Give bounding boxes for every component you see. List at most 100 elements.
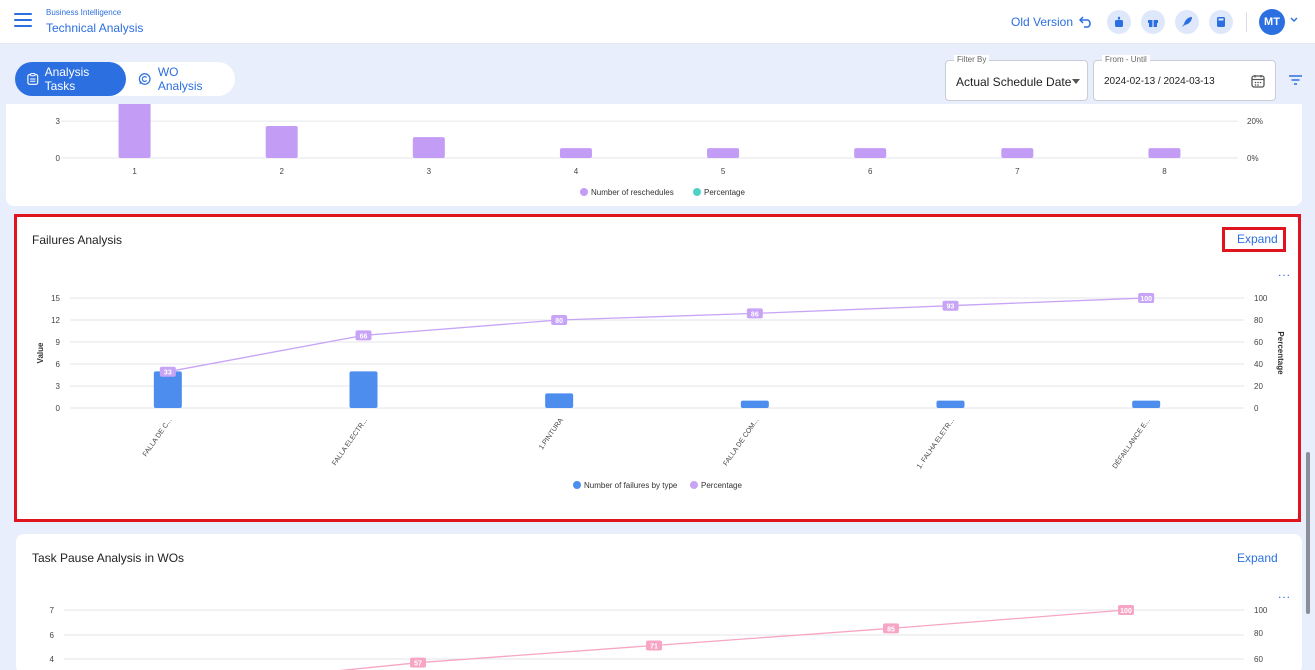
analysis-tabs: Analysis Tasks WO Analysis: [15, 62, 235, 96]
legend-swatch: [580, 188, 588, 196]
x-tick-label: 8: [1162, 167, 1167, 176]
x-tick-label: 5: [721, 167, 726, 176]
old-version-label: Old Version: [1011, 15, 1074, 29]
date-range-field[interactable]: From - Until 2024-02-13 / 2024-03-13: [1093, 55, 1276, 101]
percentage-line: [167, 297, 1147, 373]
y-tick-label: 0: [56, 404, 61, 413]
y-tick-label: 3: [56, 382, 61, 391]
x-tick-label: 2: [279, 167, 284, 176]
bar: [740, 400, 769, 408]
robot-icon-button[interactable]: [1107, 10, 1131, 34]
calendar-icon[interactable]: [1251, 74, 1265, 88]
data-label: 71: [650, 644, 658, 651]
y-tick-label: 0: [56, 154, 61, 163]
tab-label: Analysis Tasks: [44, 65, 90, 93]
legend-swatch: [573, 481, 581, 489]
y2-tick-label: 60: [1254, 655, 1263, 664]
x-tick-label: 1. FALHA ELETR...: [916, 417, 956, 470]
y2-tick-label: 40: [1254, 360, 1263, 369]
page-title: Technical Analysis: [46, 21, 144, 35]
avatar[interactable]: MT: [1259, 9, 1285, 35]
y-tick-label: 4: [50, 655, 55, 664]
y-tick-label: 12: [51, 316, 60, 325]
data-label: 93: [947, 304, 955, 311]
data-label: 33: [164, 370, 172, 377]
x-tick-label: 6: [868, 167, 873, 176]
y-axis-label: Value: [36, 342, 45, 363]
task-pause-card: Task Pause Analysis in WOs Expand ... 46…: [16, 534, 1302, 670]
y2-tick-label: 60: [1254, 338, 1263, 347]
undo-icon: [1079, 16, 1091, 28]
bar: [559, 148, 592, 158]
bar: [936, 400, 965, 408]
bar: [1132, 400, 1161, 408]
data-label: 86: [751, 311, 759, 318]
bar: [118, 102, 151, 158]
dropdown-arrow-icon: [1072, 79, 1080, 84]
legend-swatch: [693, 188, 701, 196]
tab-analysis-tasks[interactable]: Analysis Tasks: [15, 62, 127, 96]
x-tick-label: FALLA DE COM...: [722, 417, 760, 467]
x-tick-label: DÉFAILLANCE E...: [1110, 416, 1152, 470]
calculator-icon-button[interactable]: [1209, 10, 1233, 34]
y2-tick-label: 80: [1254, 316, 1263, 325]
legend-swatch: [690, 481, 698, 489]
tab-wo-analysis[interactable]: WO Analysis: [126, 62, 235, 96]
reschedules-chart: 0 0% 3 20% 1 2 3 4 5 6 7 8 Number of reschedules Perc…: [56, 102, 1263, 197]
x-tick-label: 1.PINTURA: [538, 417, 565, 451]
chat-icon: [139, 73, 152, 85]
y2-tick-label: 0: [1254, 404, 1259, 413]
bar: [153, 371, 182, 408]
data-label: 100: [1120, 608, 1132, 615]
filter-by-select[interactable]: Filter By Actual Schedule Date: [945, 55, 1088, 101]
filter-by-label: Filter By: [954, 55, 990, 64]
bar: [412, 137, 445, 158]
scrollbar-thumb[interactable]: [1306, 452, 1310, 614]
y2-axis-label: Percentage: [1276, 331, 1285, 375]
bar: [545, 393, 574, 408]
tab-label: WO Analysis: [157, 65, 203, 93]
x-tick-label: 7: [1015, 167, 1020, 176]
x-tick-label: 3: [427, 167, 432, 176]
x-tick-label: 1: [132, 167, 137, 176]
bar: [349, 371, 378, 408]
failures-analysis-card: Failures Analysis Expand ... 0 0 3 20 6 40 9 60…: [16, 216, 1299, 520]
filter-by-value: Actual Schedule Date: [956, 75, 1072, 89]
x-tick-label: FALLA ELECTR...: [331, 417, 369, 467]
rocket-icon-button[interactable]: [1175, 10, 1199, 34]
task-pause-chart: 4 60 6 80 7 100 57 71 85 100: [50, 605, 1268, 670]
y-tick-label: 7: [50, 606, 55, 615]
y-tick-label: 9: [56, 338, 61, 347]
menu-icon[interactable]: [14, 13, 32, 27]
x-tick-label: FALLA DE C...: [142, 417, 174, 458]
data-label: 80: [555, 318, 563, 325]
data-label: 57: [414, 661, 422, 668]
bar: [1001, 148, 1034, 158]
date-range-value: 2024-02-13 / 2024-03-13: [1104, 76, 1215, 87]
data-label: 66: [360, 333, 368, 340]
legend-label: Percentage: [704, 188, 745, 197]
bar: [854, 148, 887, 158]
y2-tick-label: 100: [1254, 606, 1268, 615]
filter-lines-icon[interactable]: [1289, 75, 1302, 85]
legend-label: Number of reschedules: [591, 188, 674, 197]
reschedules-card: 0 0% 3 20% 1 2 3 4 5 6 7 8 Number of reschedules Perc…: [6, 102, 1302, 206]
percentage-line: [339, 609, 1127, 670]
old-version-link[interactable]: Old Version: [1011, 15, 1093, 29]
data-label: 100: [1140, 296, 1152, 303]
y2-tick-label: 0%: [1247, 154, 1259, 163]
y-tick-label: 6: [56, 360, 61, 369]
header-divider: [1246, 12, 1247, 32]
y2-tick-label: 100: [1254, 294, 1268, 303]
gift-icon-button[interactable]: [1141, 10, 1165, 34]
bar: [265, 126, 298, 158]
date-range-label: From - Until: [1102, 55, 1150, 64]
x-tick-label: 4: [574, 167, 579, 176]
top-bar: Business Intelligence Technical Analysis…: [0, 0, 1315, 44]
bar: [707, 148, 740, 158]
chevron-down-icon[interactable]: [1290, 17, 1298, 23]
legend-label: Number of failures by type: [584, 481, 678, 490]
y2-tick-label: 80: [1254, 629, 1263, 638]
app-subtitle: Business Intelligence: [46, 8, 122, 17]
clipboard-icon: [27, 72, 39, 85]
